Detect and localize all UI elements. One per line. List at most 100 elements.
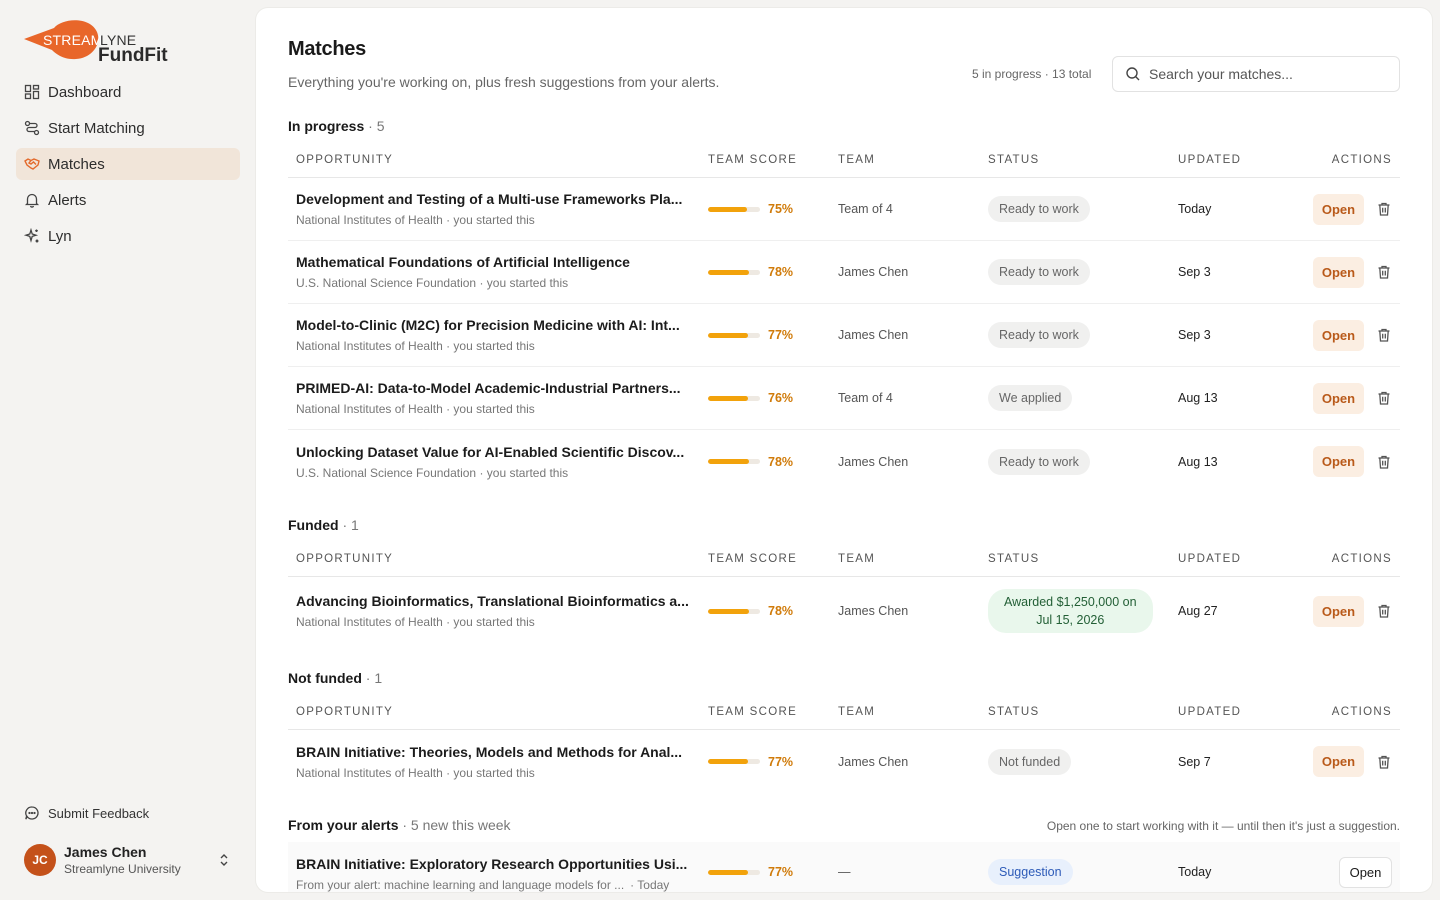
- opportunity-meta: National Institutes of Health · you star…: [296, 765, 535, 780]
- updated-cell: Today: [1178, 865, 1212, 879]
- trash-icon[interactable]: [1376, 390, 1392, 406]
- col-header-team-score[interactable]: Team score: [708, 154, 838, 166]
- col-header-opportunity[interactable]: Opportunity: [288, 154, 708, 166]
- section-title: In progress: [288, 118, 365, 134]
- sidebar-item-dashboard[interactable]: Dashboard: [16, 76, 240, 108]
- col-header-team-score[interactable]: Team score: [708, 553, 838, 565]
- table-row[interactable]: BRAIN Initiative: Exploratory Research O…: [288, 842, 1400, 892]
- score-percent: 78%: [768, 265, 794, 279]
- search-box[interactable]: [1112, 56, 1400, 92]
- status-badge: Awarded $1,250,000 on Jul 15, 2026: [988, 589, 1153, 633]
- updated-cell: Today: [1178, 202, 1212, 216]
- feedback-label: Submit Feedback: [48, 805, 150, 821]
- score-bar: [708, 608, 760, 614]
- open-button[interactable]: Open: [1313, 382, 1364, 414]
- submit-feedback-button[interactable]: Submit Feedback: [24, 805, 149, 821]
- open-button[interactable]: Open: [1313, 595, 1364, 627]
- opportunity-title[interactable]: Advancing Bioinformatics, Translational …: [296, 593, 696, 609]
- trash-icon[interactable]: [1376, 454, 1392, 470]
- opportunity-title[interactable]: PRIMED-AI: Data-to-Model Academic-Indust…: [296, 380, 696, 396]
- score-bar-fill: [708, 869, 749, 875]
- not-funded-table: Opportunity Team score Team Status Updat…: [288, 694, 1400, 793]
- opportunity-title[interactable]: Development and Testing of a Multi-use F…: [296, 191, 696, 207]
- score-bar-fill: [708, 608, 749, 614]
- open-button[interactable]: Open: [1313, 319, 1364, 351]
- status-badge: Ready to work: [988, 448, 1090, 475]
- trash-icon[interactable]: [1376, 754, 1392, 770]
- sidebar-item-alerts[interactable]: Alerts: [16, 184, 240, 216]
- table-header: Opportunity Team score Team Status Updat…: [288, 142, 1400, 178]
- bell-icon: [24, 192, 40, 208]
- opportunity-meta: National Institutes of Health · you star…: [296, 339, 535, 353]
- table-row[interactable]: Model-to-Clinic (M2C) for Precision Medi…: [288, 304, 1400, 367]
- sidebar-item-matches[interactable]: Matches: [16, 148, 240, 180]
- opportunity-title[interactable]: Model-to-Clinic (M2C) for Precision Medi…: [296, 317, 696, 333]
- open-button[interactable]: Open: [1313, 256, 1364, 288]
- col-header-updated[interactable]: Updated: [1178, 154, 1288, 166]
- sidebar-item-label: Lyn: [48, 227, 72, 245]
- alerts-table: BRAIN Initiative: Exploratory Research O…: [288, 842, 1400, 892]
- col-header-actions: Actions: [1331, 153, 1392, 166]
- award-line-2: Jul 15, 2026: [1036, 613, 1105, 627]
- alert-when: · Today: [630, 878, 670, 892]
- search-input[interactable]: [1149, 66, 1389, 82]
- col-header-actions: Actions: [1331, 705, 1392, 718]
- table-row[interactable]: BRAIN Initiative: Theories, Models and M…: [288, 730, 1400, 793]
- opportunity-title[interactable]: BRAIN Initiative: Theories, Models and M…: [296, 744, 696, 760]
- sidebar-item-lyn[interactable]: Lyn: [16, 220, 240, 252]
- col-header-team[interactable]: Team: [838, 706, 988, 718]
- team-cell: —: [838, 865, 851, 879]
- col-header-updated[interactable]: Updated: [1178, 706, 1288, 718]
- table-row[interactable]: Mathematical Foundations of Artificial I…: [288, 241, 1400, 304]
- col-header-team-score[interactable]: Team score: [708, 706, 838, 718]
- score-percent: 75%: [768, 202, 794, 216]
- trash-icon[interactable]: [1376, 264, 1392, 280]
- sidebar-item-label: Start Matching: [48, 119, 145, 137]
- opportunity-title[interactable]: BRAIN Initiative: Exploratory Research O…: [296, 856, 696, 872]
- sidebar-item-label: Dashboard: [48, 83, 122, 101]
- table-row[interactable]: PRIMED-AI: Data-to-Model Academic-Indust…: [288, 367, 1400, 430]
- open-button[interactable]: Open: [1339, 857, 1392, 888]
- section-title: From your alerts: [288, 817, 399, 833]
- section-count: · 5 new this week: [402, 817, 511, 833]
- sidebar-nav: Dashboard Start Matching Matches Alerts …: [16, 76, 240, 256]
- open-button[interactable]: Open: [1313, 193, 1364, 225]
- in-progress-table: Opportunity Team score Team Status Updat…: [288, 142, 1400, 493]
- route-icon: [24, 120, 40, 136]
- open-button[interactable]: Open: [1313, 746, 1364, 777]
- trash-icon[interactable]: [1376, 201, 1392, 217]
- team-cell: James Chen: [838, 604, 909, 618]
- score-percent: 78%: [768, 454, 794, 469]
- team-cell: James Chen: [838, 265, 909, 279]
- page-title: Matches: [288, 38, 366, 60]
- col-header-team[interactable]: Team: [838, 154, 988, 166]
- search-icon: [1125, 66, 1141, 82]
- open-button[interactable]: Open: [1313, 446, 1364, 477]
- updated-cell: Sep 7: [1178, 754, 1211, 769]
- opportunity-meta: National Institutes of Health · you star…: [296, 615, 535, 629]
- sparkle-icon: [24, 228, 40, 244]
- brand-logo[interactable]: STREAM LYNE FundFit: [24, 18, 184, 68]
- table-row[interactable]: Unlocking Dataset Value for AI-Enabled S…: [288, 430, 1400, 493]
- col-header-status[interactable]: Status: [988, 553, 1178, 565]
- opportunity-title[interactable]: Mathematical Foundations of Artificial I…: [296, 254, 696, 270]
- col-header-status[interactable]: Status: [988, 154, 1178, 166]
- trash-icon[interactable]: [1376, 603, 1392, 619]
- table-row[interactable]: Advancing Bioinformatics, Translational …: [288, 577, 1400, 645]
- main-panel: Matches Everything you're working on, pl…: [256, 8, 1432, 892]
- opportunity-title[interactable]: Unlocking Dataset Value for AI-Enabled S…: [296, 444, 696, 460]
- section-count: · 1: [365, 670, 383, 686]
- status-badge: We applied: [988, 385, 1073, 411]
- table-row[interactable]: Development and Testing of a Multi-use F…: [288, 178, 1400, 241]
- updated-cell: Aug 13: [1178, 391, 1218, 405]
- section-title: Not funded: [288, 670, 362, 686]
- col-header-team[interactable]: Team: [838, 553, 988, 565]
- opportunity-meta: From your alert: machine learning and la…: [296, 878, 696, 892]
- col-header-opportunity[interactable]: Opportunity: [288, 553, 708, 565]
- sidebar-item-start-matching[interactable]: Start Matching: [16, 112, 240, 144]
- col-header-updated[interactable]: Updated: [1178, 553, 1288, 565]
- col-header-opportunity[interactable]: Opportunity: [288, 706, 708, 718]
- trash-icon[interactable]: [1376, 327, 1392, 343]
- user-menu[interactable]: JC James Chen Streamlyne University: [24, 843, 234, 877]
- col-header-status[interactable]: Status: [988, 706, 1178, 718]
